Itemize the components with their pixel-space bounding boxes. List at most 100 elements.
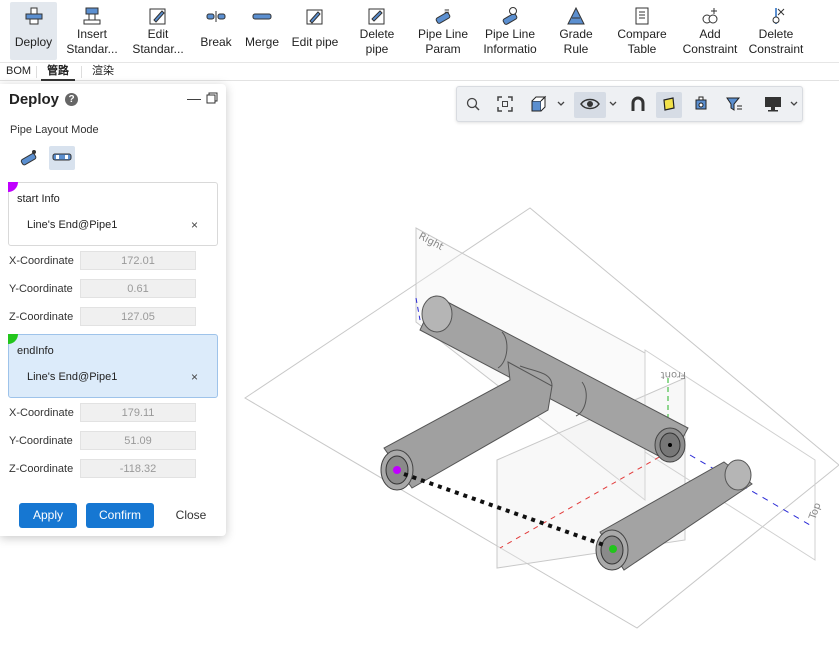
compare-table-label-1: Compare bbox=[617, 27, 667, 41]
svg-text:≡: ≡ bbox=[444, 7, 450, 15]
end-info-value: Line's End@Pipe1 bbox=[27, 371, 118, 383]
start-y-label: Y-Coordinate bbox=[9, 283, 73, 295]
pipe-line-param-label-1: Pipe Line bbox=[417, 27, 469, 41]
tab-divider bbox=[36, 66, 37, 78]
start-z-field[interactable] bbox=[80, 307, 196, 326]
add-constraint-icon bbox=[699, 5, 721, 27]
delete-constraint-icon bbox=[765, 5, 787, 27]
start-info-value: Line's End@Pipe1 bbox=[27, 219, 118, 231]
delete-constraint-label-1: Delete bbox=[758, 27, 794, 41]
grade-rule-button[interactable]: Grade Rule bbox=[555, 2, 597, 60]
pipe-line-param-label-2: Param bbox=[425, 42, 461, 56]
help-icon[interactable]: ? bbox=[65, 93, 78, 106]
end-y-field[interactable] bbox=[80, 431, 196, 450]
start-clear-button[interactable]: × bbox=[191, 218, 198, 232]
merge-icon bbox=[251, 5, 273, 27]
start-x-label: X-Coordinate bbox=[9, 255, 74, 267]
start-y-field[interactable] bbox=[80, 279, 196, 298]
insert-label-1: Insert bbox=[76, 27, 107, 41]
zoom-button[interactable] bbox=[460, 92, 486, 118]
grade-rule-label-2: Rule bbox=[563, 42, 589, 56]
end-point-marker bbox=[609, 545, 617, 553]
compare-table-button[interactable]: Compare Table bbox=[615, 2, 669, 60]
break-button[interactable]: Break bbox=[198, 2, 234, 60]
display-mode-button[interactable] bbox=[760, 92, 786, 118]
end-point-indicator bbox=[8, 334, 18, 344]
apply-button[interactable]: Apply bbox=[19, 503, 77, 528]
edit-pipe-button[interactable]: Edit pipe bbox=[289, 2, 341, 60]
end-x-field[interactable] bbox=[80, 403, 196, 422]
insert-standard-icon bbox=[81, 5, 103, 27]
pipe-line-param-icon: ≡ bbox=[432, 5, 454, 27]
zoom-icon bbox=[465, 96, 481, 115]
chevron-down-icon bbox=[556, 98, 566, 112]
front-plane-label: Front bbox=[661, 369, 686, 380]
end-clear-button[interactable]: × bbox=[191, 370, 198, 384]
display-mode-dropdown[interactable] bbox=[788, 92, 800, 118]
break-icon bbox=[205, 5, 227, 27]
delete-pipe-button[interactable]: Delete pipe bbox=[355, 2, 399, 60]
pipe-line-info-button[interactable]: Pipe Line Informatio bbox=[481, 2, 539, 60]
restore-button[interactable] bbox=[206, 92, 218, 104]
add-constraint-button[interactable]: Add Constraint bbox=[681, 2, 739, 60]
confirm-button[interactable]: Confirm bbox=[86, 503, 154, 528]
end-z-label: Z-Coordinate bbox=[9, 463, 74, 475]
module-tabs: BOM 管路 渲染 bbox=[0, 63, 839, 81]
magnet-icon bbox=[630, 96, 646, 115]
minimize-button[interactable]: — bbox=[187, 90, 201, 106]
pipe-layout-mode-label: Pipe Layout Mode bbox=[10, 124, 99, 136]
start-point-marker bbox=[393, 466, 401, 474]
filter-button[interactable] bbox=[721, 92, 747, 118]
start-z-label: Z-Coordinate bbox=[9, 311, 74, 323]
end-y-label: Y-Coordinate bbox=[9, 435, 73, 447]
face-select-button[interactable] bbox=[656, 92, 682, 118]
edit-standard-label-1: Edit bbox=[147, 27, 169, 41]
delete-pipe-icon bbox=[366, 5, 388, 27]
add-constraint-label-2: Constraint bbox=[682, 42, 738, 56]
chevron-down-icon bbox=[789, 98, 799, 112]
grade-rule-label-1: Grade bbox=[559, 27, 593, 41]
top-plane-label: Top bbox=[807, 501, 823, 522]
close-button[interactable]: Close bbox=[168, 503, 214, 528]
break-label: Break bbox=[200, 35, 232, 49]
cube-view-button[interactable] bbox=[525, 92, 551, 118]
tab-pipe[interactable]: 管路 bbox=[41, 63, 75, 81]
insert-label-2: Standar... bbox=[66, 42, 118, 56]
part-select-button[interactable] bbox=[688, 92, 714, 118]
deploy-button[interactable]: Deploy bbox=[10, 2, 57, 60]
compare-table-icon bbox=[631, 5, 653, 27]
panel-title: Deploy bbox=[9, 91, 60, 108]
fit-view-button[interactable] bbox=[492, 92, 518, 118]
delete-constraint-button[interactable]: Delete Constraint bbox=[747, 2, 805, 60]
visibility-dropdown[interactable] bbox=[607, 92, 619, 118]
start-info-box[interactable]: start Info Line's End@Pipe1 × bbox=[8, 182, 218, 246]
edit-standard-button[interactable]: Edit Standar... bbox=[130, 2, 186, 60]
pipe-line-info-label-1: Pipe Line bbox=[484, 27, 536, 41]
mode-straight-button[interactable] bbox=[49, 146, 75, 170]
merge-button[interactable]: Merge bbox=[243, 2, 281, 60]
visibility-button[interactable] bbox=[574, 92, 606, 118]
edit-standard-label-2: Standar... bbox=[132, 42, 184, 56]
cube-view-dropdown[interactable] bbox=[555, 92, 567, 118]
chevron-down-icon bbox=[608, 98, 618, 112]
magnet-button[interactable] bbox=[625, 92, 651, 118]
start-x-field[interactable] bbox=[80, 251, 196, 270]
end-z-field[interactable] bbox=[80, 459, 196, 478]
mode-point-to-point-button[interactable] bbox=[16, 146, 42, 170]
ribbon-toolbar: Deploy Insert Standar... Edit Standar...… bbox=[0, 0, 839, 63]
delete-constraint-label-2: Constraint bbox=[748, 42, 804, 56]
pipe-line-info-icon bbox=[499, 5, 521, 27]
pipe-diagonal-icon bbox=[19, 148, 39, 169]
deploy-label: Deploy bbox=[14, 35, 53, 49]
pipe-line-param-button[interactable]: ≡ Pipe Line Param bbox=[415, 2, 471, 60]
filter-icon bbox=[725, 95, 743, 116]
tab-render[interactable]: 渲染 bbox=[86, 63, 120, 81]
end-info-box[interactable]: endInfo Line's End@Pipe1 × bbox=[8, 334, 218, 398]
cube-view-icon bbox=[529, 95, 547, 116]
compare-table-label-2: Table bbox=[627, 42, 657, 56]
edit-pipe-label: Edit pipe bbox=[291, 35, 339, 49]
pipe-line-info-label-2: Informatio bbox=[483, 42, 537, 56]
insert-standard-button[interactable]: Insert Standar... bbox=[66, 2, 118, 60]
tab-bom[interactable]: BOM bbox=[0, 63, 37, 81]
visibility-icon bbox=[580, 97, 600, 114]
